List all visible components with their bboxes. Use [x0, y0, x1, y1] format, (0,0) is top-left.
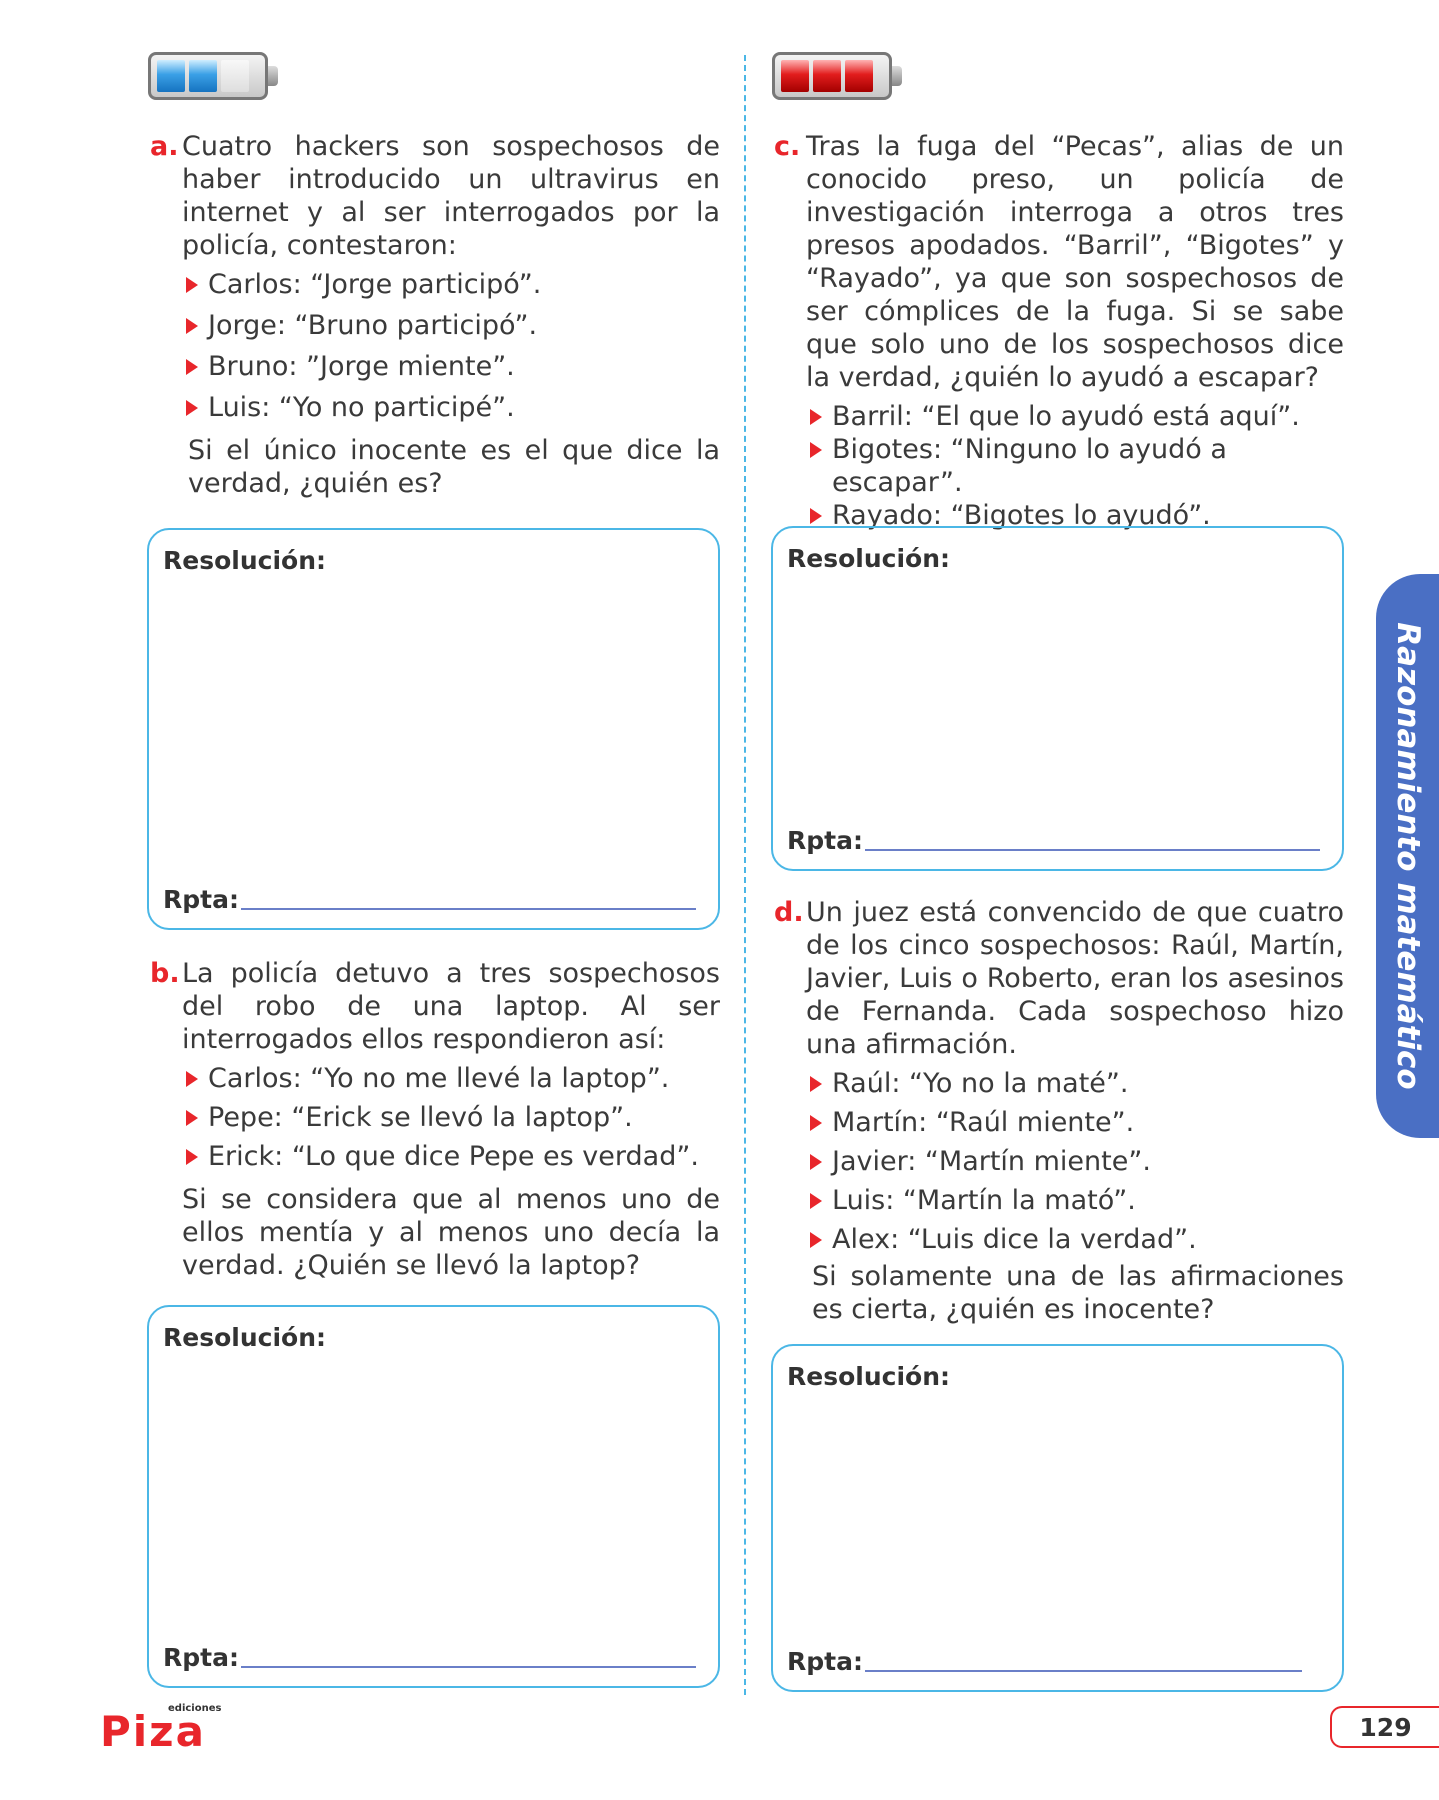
page-number: 129 — [1330, 1706, 1439, 1748]
problem-letter: d. — [774, 897, 804, 928]
problem-question: Si el único inocente es el que dice la v… — [188, 435, 720, 499]
list-item: Barril: “El que lo ayudó está aquí”. — [808, 400, 1344, 433]
bullet-triangle-icon — [186, 318, 198, 334]
subject-side-tab: Razonamiento matemático — [1376, 574, 1439, 1138]
answer-label: Rpta: — [163, 885, 239, 914]
bullet-triangle-icon — [186, 359, 198, 375]
answer-label: Rpta: — [163, 1643, 239, 1672]
answer-line[interactable] — [865, 849, 1320, 851]
bullet-triangle-icon — [186, 1071, 198, 1087]
list-item: Luis: “Yo no participé”. — [184, 391, 720, 424]
list-item: Bigotes: “Ninguno lo ayudó a escapar”. — [808, 433, 1344, 499]
bullet-triangle-icon — [810, 1076, 822, 1092]
list-item: Alex: “Luis dice la verdad”. — [808, 1223, 1344, 1256]
bullet-triangle-icon — [810, 1115, 822, 1131]
resolution-label: Resolución: — [163, 1323, 326, 1352]
list-item: Carlos: “Yo no me llevé la laptop”. — [184, 1062, 720, 1095]
list-item: Pepe: “Erick se llevó la laptop”. — [184, 1101, 720, 1134]
problem-a: a. Cuatro hackers son sospechosos de hab… — [150, 130, 720, 500]
resolution-label: Resolución: — [787, 544, 950, 573]
resolution-box-d[interactable]: Resolución: Rpta: — [771, 1344, 1344, 1692]
answer-label: Rpta: — [787, 1647, 863, 1676]
problem-text: Cuatro hackers son sospechosos de haber … — [182, 131, 720, 261]
answer-line[interactable] — [865, 1670, 1302, 1672]
bullet-triangle-icon — [810, 409, 822, 425]
bullet-triangle-icon — [186, 1110, 198, 1126]
list-item: Martín: “Raúl miente”. — [808, 1106, 1344, 1139]
list-item: Javier: “Martín miente”. — [808, 1145, 1344, 1178]
answer-line[interactable] — [241, 1666, 696, 1668]
bullet-triangle-icon — [810, 1193, 822, 1209]
statement-list: Carlos: “Yo no me llevé la laptop”. Pepe… — [184, 1062, 720, 1173]
answer-line[interactable] — [241, 908, 696, 910]
problem-letter: a. — [150, 131, 179, 162]
problem-text: Un juez está convencido de que cuatro de… — [806, 897, 1344, 1060]
problem-letter: b. — [150, 958, 180, 989]
bullet-triangle-icon — [186, 1149, 198, 1165]
list-item: Carlos: “Jorge participó”. — [184, 268, 720, 301]
bullet-triangle-icon — [810, 1154, 822, 1170]
list-item: Bruno: ”Jorge miente”. — [184, 350, 720, 383]
statement-list: Barril: “El que lo ayudó está aquí”. Big… — [808, 400, 1344, 532]
resolution-label: Resolución: — [787, 1362, 950, 1391]
list-item: Erick: “Lo que dice Pepe es verdad”. — [184, 1140, 720, 1173]
resolution-box-a[interactable]: Resolución: Rpta: — [147, 528, 720, 930]
subject-label: Razonamiento matemático — [1389, 622, 1426, 1090]
column-divider — [744, 55, 746, 1695]
problem-question: Si se considera que al menos uno de ello… — [182, 1184, 720, 1281]
problem-b: b. La policía detuvo a tres sospechosos … — [150, 957, 720, 1282]
problem-c: c. Tras la fuga del “Pecas”, alias de un… — [774, 130, 1344, 532]
resolution-label: Resolución: — [163, 546, 326, 575]
publisher-logo: ediciones Piza — [100, 1703, 221, 1756]
bullet-triangle-icon — [186, 277, 198, 293]
problem-text: Tras la fuga del “Pecas”, alias de un co… — [806, 131, 1344, 393]
problem-question: Si solamente una de las afirmaciones es … — [812, 1261, 1344, 1325]
bullet-triangle-icon — [810, 1232, 822, 1248]
problem-text: La policía detuvo a tres sospechosos del… — [182, 958, 720, 1055]
answer-label: Rpta: — [787, 826, 863, 855]
statement-list: Carlos: “Jorge participó”. Jorge: “Bruno… — [184, 268, 720, 424]
list-item: Luis: “Martín la mató”. — [808, 1184, 1344, 1217]
resolution-box-b[interactable]: Resolución: Rpta: — [147, 1305, 720, 1688]
statement-list: Raúl: “Yo no la maté”. Martín: “Raúl mie… — [808, 1067, 1344, 1256]
resolution-box-c[interactable]: Resolución: Rpta: — [771, 526, 1344, 871]
logo-brand-text: Piza — [100, 1707, 206, 1756]
bullet-triangle-icon — [810, 442, 822, 458]
bullet-triangle-icon — [810, 508, 822, 524]
problem-letter: c. — [774, 131, 801, 162]
problem-d: d. Un juez está convencido de que cuatro… — [774, 896, 1344, 1326]
bullet-triangle-icon — [186, 400, 198, 416]
list-item: Jorge: “Bruno participó”. — [184, 309, 720, 342]
list-item: Raúl: “Yo no la maté”. — [808, 1067, 1344, 1100]
